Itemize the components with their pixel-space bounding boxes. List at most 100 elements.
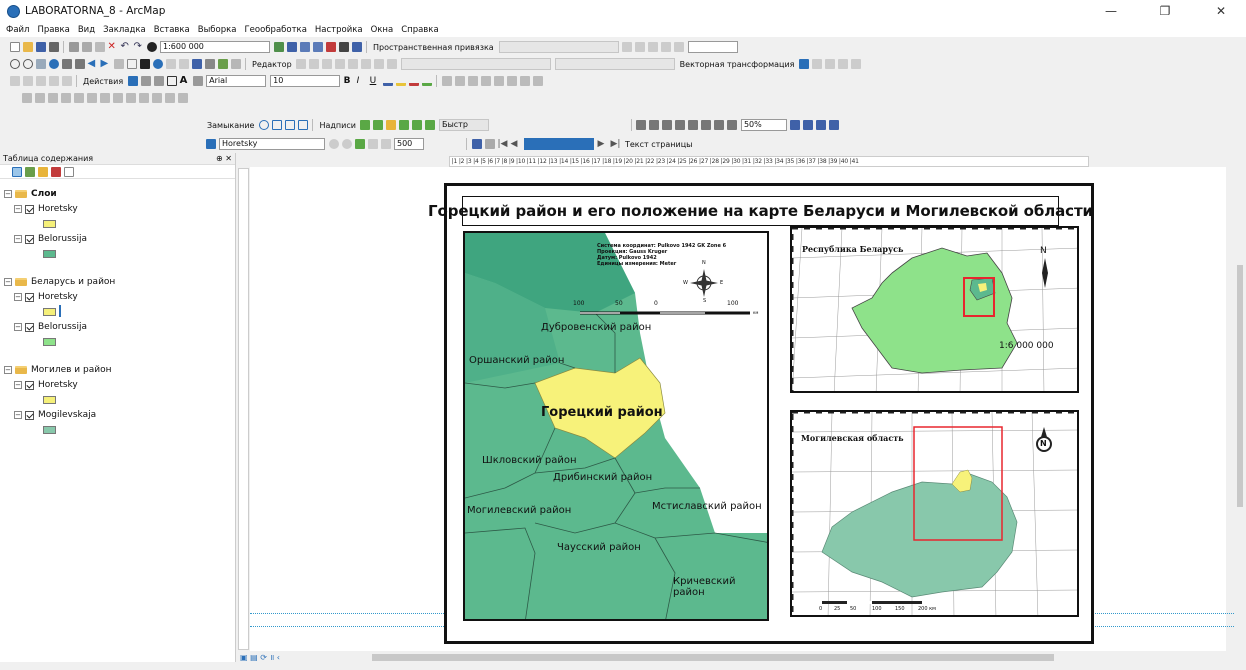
layer-select-combo[interactable]: Horetsky: [219, 138, 325, 150]
end-snap-icon[interactable]: [271, 120, 282, 130]
callout-icon[interactable]: [192, 76, 203, 86]
toc-layer-mogilevskaja[interactable]: − Mogilevskaja: [14, 410, 96, 420]
layer-visibility-checkbox[interactable]: [25, 380, 34, 390]
layer-visibility-checkbox[interactable]: [25, 234, 34, 244]
catalog-icon[interactable]: [299, 42, 310, 52]
refresh-pages-icon[interactable]: [484, 139, 495, 149]
list-by-visibility-icon[interactable]: [37, 166, 48, 177]
maximize-button[interactable]: ❐: [1146, 0, 1184, 22]
vertical-scrollbar[interactable]: [1234, 167, 1246, 651]
snapping-menu[interactable]: Замыкание: [207, 121, 254, 130]
collapse-icon[interactable]: −: [14, 411, 22, 419]
layer-symbol-swatch[interactable]: [43, 338, 56, 346]
toggle-draft-icon[interactable]: [790, 120, 801, 130]
select-elements-icon[interactable]: [139, 59, 150, 69]
page-text-menu[interactable]: Текст страницы: [625, 140, 692, 149]
layer-visibility-checkbox[interactable]: [25, 322, 34, 332]
search-window-icon[interactable]: [312, 42, 323, 52]
text-tool-icon[interactable]: A: [180, 76, 190, 86]
layout-tool-icon[interactable]: [519, 76, 530, 86]
layout-tool-icon[interactable]: [454, 76, 465, 86]
layout-pan-icon[interactable]: [662, 120, 673, 130]
georef-value-field[interactable]: [687, 41, 738, 53]
map-scale-combo[interactable]: 1:600 000: [160, 41, 270, 53]
collapse-icon[interactable]: −: [14, 205, 22, 213]
open-folder-icon[interactable]: [22, 42, 33, 52]
select-element-icon[interactable]: [127, 76, 138, 86]
scroll-thumb[interactable]: [1237, 265, 1243, 507]
menu-insert[interactable]: Вставка: [154, 25, 190, 35]
pause-labeling-icon[interactable]: [412, 120, 423, 130]
brightness-icon[interactable]: [341, 139, 352, 149]
pan-icon[interactable]: [35, 59, 46, 69]
layer-symbol-swatch[interactable]: [43, 250, 56, 258]
list-by-drawing-order-icon[interactable]: [11, 166, 22, 177]
font-name-combo[interactable]: Arial: [206, 75, 267, 87]
hyperlink-icon[interactable]: [178, 59, 189, 69]
focus-data-frame-icon[interactable]: [803, 120, 814, 130]
bold-icon[interactable]: B: [344, 76, 354, 86]
model-builder-icon[interactable]: [351, 42, 362, 52]
time-slider-icon[interactable]: [230, 59, 241, 69]
extra-tool-icon[interactable]: [60, 93, 71, 103]
undo-icon[interactable]: ↶: [121, 42, 131, 52]
toc-group-mogilev-and-district[interactable]: − Могилев и район: [4, 365, 111, 375]
transparency-icon[interactable]: [354, 139, 365, 149]
extra-tool-icon[interactable]: [73, 93, 84, 103]
marker-color-icon[interactable]: [421, 76, 432, 86]
menu-file[interactable]: Файл: [6, 25, 29, 35]
toc-layer-horetsky[interactable]: − Horetsky: [14, 204, 78, 214]
zoom-whole-page-icon[interactable]: [153, 76, 164, 86]
options-icon[interactable]: [63, 166, 74, 177]
add-data-icon[interactable]: [146, 42, 157, 52]
font-size-combo[interactable]: 10: [270, 75, 341, 87]
toc-layer-horetsky[interactable]: − Horetsky: [14, 380, 78, 390]
fill-color-icon[interactable]: [395, 76, 406, 86]
label-priority-icon[interactable]: [373, 120, 384, 130]
collapse-icon[interactable]: −: [14, 235, 22, 243]
view-unplaced-labels-icon[interactable]: [425, 120, 436, 130]
contrast-icon[interactable]: [328, 139, 339, 149]
list-by-selection-icon[interactable]: [50, 166, 61, 177]
new-document-icon[interactable]: [9, 42, 20, 52]
delete-icon[interactable]: ✕: [108, 42, 118, 52]
previous-page-icon[interactable]: ◀: [511, 139, 521, 149]
identify-icon[interactable]: [152, 59, 163, 69]
labeling-menu[interactable]: Надписи: [319, 121, 355, 130]
map-title[interactable]: Горецкий район и его положение на карте …: [428, 196, 1093, 226]
editor-menu[interactable]: Редактор: [252, 60, 292, 69]
extra-tool-icon[interactable]: [112, 93, 123, 103]
menu-selection[interactable]: Выборка: [198, 25, 237, 35]
toc-group-layers[interactable]: − Слои: [4, 189, 57, 199]
mogilev-data-frame[interactable]: Могилевская область N 0 25 50 100 150 20…: [790, 410, 1079, 617]
extra-tool-icon[interactable]: [86, 93, 97, 103]
flicker-icon[interactable]: [380, 139, 391, 149]
extra-tool-icon[interactable]: [47, 93, 58, 103]
layer-visibility-checkbox[interactable]: [25, 204, 34, 214]
change-layout-icon[interactable]: [816, 120, 827, 130]
transform-select-icon[interactable]: [799, 59, 809, 69]
italic-icon[interactable]: I: [357, 76, 367, 86]
collapse-icon[interactable]: −: [4, 190, 12, 198]
zoom-in-icon[interactable]: [9, 59, 20, 69]
binoculars-icon[interactable]: [204, 59, 215, 69]
full-extent-icon[interactable]: [48, 59, 59, 69]
edge-snap-icon[interactable]: [297, 120, 308, 130]
toc-layer-horetsky[interactable]: − Horetsky: [14, 292, 78, 302]
line-color-icon[interactable]: [408, 76, 419, 86]
layout-forward-icon[interactable]: [714, 120, 725, 130]
extra-tool-icon[interactable]: [125, 93, 136, 103]
zoom-whole-page-layout-icon[interactable]: [727, 120, 738, 130]
menu-view[interactable]: Вид: [78, 25, 95, 35]
go-to-xy-icon[interactable]: [217, 59, 228, 69]
scroll-thumb[interactable]: [372, 654, 1054, 661]
fixed-zoom-layout-icon[interactable]: [688, 120, 699, 130]
label-weight-icon[interactable]: [386, 120, 397, 130]
clear-selection-icon[interactable]: [126, 59, 137, 69]
data-driven-pages-icon[interactable]: [829, 120, 840, 130]
fixed-zoom-out-icon[interactable]: [74, 59, 85, 69]
rotate-icon[interactable]: [140, 76, 151, 86]
toc-group-belarus-and-district[interactable]: − Беларусь и район: [4, 277, 115, 287]
layout-tool-icon[interactable]: [480, 76, 491, 86]
cut-icon[interactable]: [68, 42, 79, 52]
